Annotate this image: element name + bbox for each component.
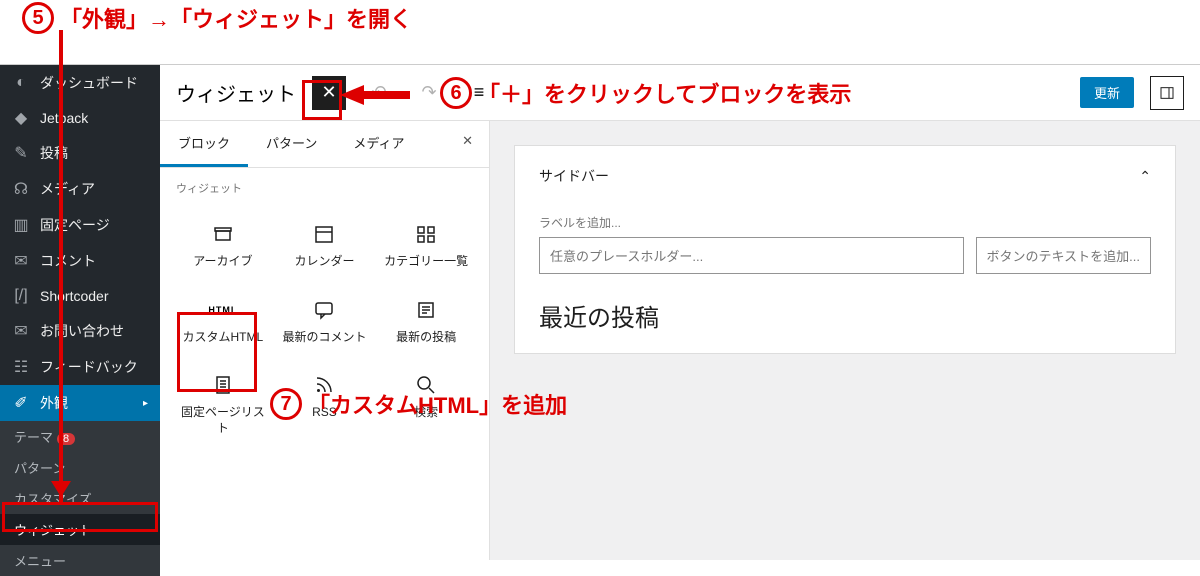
archive-icon xyxy=(211,222,235,246)
sidebar-item-contact[interactable]: ✉お問い合わせ xyxy=(0,313,160,349)
jetpack-icon: ◆ xyxy=(12,109,30,127)
feedback-icon: ☷ xyxy=(12,358,30,376)
block-latest-posts[interactable]: 最新の投稿 xyxy=(375,284,477,360)
page-list-icon xyxy=(211,373,235,397)
block-search[interactable]: 検索 xyxy=(375,359,477,450)
sidebar-item-jetpack[interactable]: ◆Jetpack xyxy=(0,101,160,135)
html-icon: HTML xyxy=(211,298,235,322)
recent-posts-heading: 最近の投稿 xyxy=(539,298,1151,333)
block-archive[interactable]: アーカイブ xyxy=(172,208,274,284)
widget-canvas: サイドバー ⌃ ラベルを追加... 任意のプレースホルダー... ボタンのテキス… xyxy=(490,121,1200,560)
redo-button[interactable]: ↷ xyxy=(412,76,446,110)
pin-icon: ✎ xyxy=(12,144,30,162)
sidebar-item-shortcoder[interactable]: [/]Shortcoder xyxy=(0,279,160,313)
sidebar-item-media[interactable]: ☊メディア xyxy=(0,171,160,207)
search-label-field[interactable]: ラベルを追加... xyxy=(539,214,1151,231)
tab-patterns[interactable]: パターン xyxy=(248,121,335,167)
arrow-left xyxy=(340,85,410,105)
sidebar-item-pages[interactable]: ▥固定ページ xyxy=(0,207,160,243)
sidebar-submenu: テーマ8 パターン カスタマイズ ウィジェット メニュー xyxy=(0,421,160,576)
inserter-tabs: ブロック パターン メディア ✕ xyxy=(160,121,489,168)
block-custom-html[interactable]: HTMLカスタムHTML xyxy=(172,284,274,360)
latest-comments-icon xyxy=(312,298,336,322)
submenu-customize[interactable]: カスタマイズ xyxy=(0,483,160,514)
page-title: ウィジェット xyxy=(176,78,296,107)
list-view-button[interactable]: ≡ xyxy=(462,76,496,110)
sidebar-toggle-icon xyxy=(1159,85,1175,101)
block-grid: アーカイブ カレンダー カテゴリー一覧 HTMLカスタムHTML 最新のコメント… xyxy=(160,200,489,450)
editor: ウィジェット ✕ ↶ ↷ ≡ 更新 ブロック パターン メディア ✕ ウィジェッ… xyxy=(160,65,1200,560)
brush-icon: ✐ xyxy=(12,394,30,412)
submenu-menus[interactable]: メニュー xyxy=(0,545,160,576)
media-icon: ☊ xyxy=(12,180,30,198)
latest-posts-icon xyxy=(414,298,438,322)
widget-area-sidebar[interactable]: サイドバー ⌃ ラベルを追加... 任意のプレースホルダー... ボタンのテキス… xyxy=(514,145,1176,354)
block-calendar[interactable]: カレンダー xyxy=(274,208,376,284)
search-button-text-input[interactable]: ボタンのテキストを追加... xyxy=(976,237,1151,274)
tab-blocks[interactable]: ブロック xyxy=(160,121,248,167)
categories-icon xyxy=(414,222,438,246)
block-page-list[interactable]: 固定ページリスト xyxy=(172,359,274,450)
sidebar-item-dashboard[interactable]: ◐ダッシュボード xyxy=(0,65,160,101)
submenu-patterns[interactable]: パターン xyxy=(0,452,160,483)
search-icon xyxy=(414,373,438,397)
section-label: ウィジェット xyxy=(160,168,489,200)
mail-icon: ✉ xyxy=(12,322,30,340)
settings-button[interactable] xyxy=(1150,76,1184,110)
update-button[interactable]: 更新 xyxy=(1080,77,1134,108)
comment-icon: ✉ xyxy=(12,252,30,270)
block-rss[interactable]: RSS xyxy=(274,359,376,450)
search-placeholder-input[interactable]: 任意のプレースホルダー... xyxy=(539,237,964,274)
tab-media[interactable]: メディア xyxy=(335,121,422,167)
chevron-up-icon[interactable]: ⌃ xyxy=(1139,168,1151,185)
widget-area-title: サイドバー xyxy=(539,166,609,186)
rss-icon xyxy=(312,373,336,397)
sidebar-item-comments[interactable]: ✉コメント xyxy=(0,243,160,279)
submenu-widgets[interactable]: ウィジェット xyxy=(0,514,160,545)
annotation-step-5: 5「外観」→「ウィジェット」を開く xyxy=(22,2,412,34)
sidebar-item-feedback[interactable]: ☷フィードバック xyxy=(0,349,160,385)
shortcode-icon: [/] xyxy=(12,287,30,305)
inserter-close-button[interactable]: ✕ xyxy=(446,121,489,167)
block-categories[interactable]: カテゴリー一覧 xyxy=(375,208,477,284)
editor-toolbar: ウィジェット ✕ ↶ ↷ ≡ 更新 xyxy=(160,65,1200,121)
submenu-themes[interactable]: テーマ8 xyxy=(0,421,160,452)
page-icon: ▥ xyxy=(12,216,30,234)
sidebar-item-posts[interactable]: ✎投稿 xyxy=(0,135,160,171)
block-inserter-panel: ブロック パターン メディア ✕ ウィジェット アーカイブ カレンダー カテゴリ… xyxy=(160,121,490,560)
sidebar-item-appearance[interactable]: ✐外観▸ xyxy=(0,385,160,421)
calendar-icon xyxy=(312,222,336,246)
arrow-down xyxy=(59,30,63,505)
admin-sidebar: ◐ダッシュボード ◆Jetpack ✎投稿 ☊メディア ▥固定ページ ✉コメント… xyxy=(0,65,160,560)
dashboard-icon: ◐ xyxy=(12,74,30,92)
block-latest-comments[interactable]: 最新のコメント xyxy=(274,284,376,360)
